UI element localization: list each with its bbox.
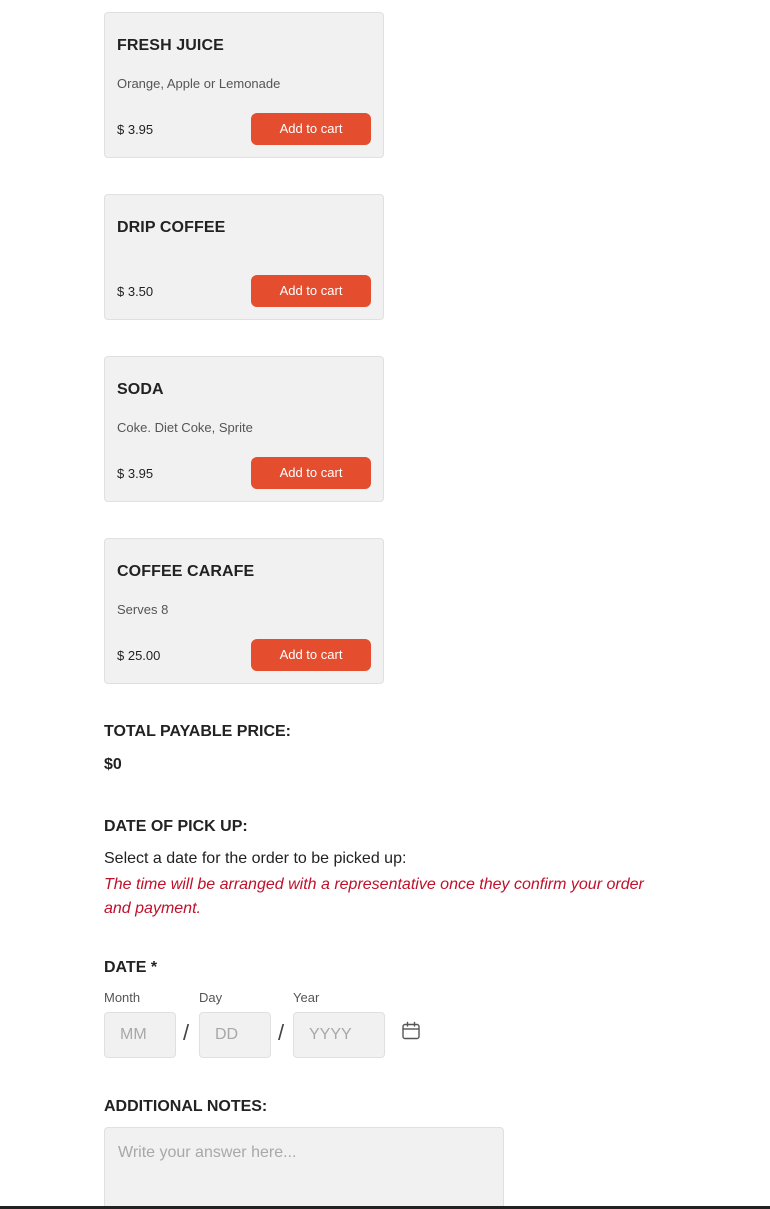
- add-to-cart-button[interactable]: Add to cart: [251, 275, 371, 307]
- menu-item-card: FRESH JUICE Orange, Apple or Lemonade $ …: [104, 12, 384, 158]
- add-to-cart-button[interactable]: Add to cart: [251, 113, 371, 145]
- pickup-note: The time will be arranged with a represe…: [104, 876, 644, 917]
- menu-item-title: FRESH JUICE: [117, 37, 224, 54]
- menu-item-card: SODA Coke. Diet Coke, Sprite $ 3.95 Add …: [104, 356, 384, 502]
- day-label: Day: [199, 990, 223, 1005]
- additional-notes-textarea[interactable]: [104, 1127, 504, 1209]
- month-label: Month: [104, 990, 141, 1005]
- menu-item-description: Coke. Diet Coke, Sprite: [117, 420, 253, 435]
- year-input[interactable]: [293, 1012, 385, 1058]
- menu-item-card: COFFEE CARAFE Serves 8 $ 25.00 Add to ca…: [104, 538, 384, 684]
- total-price-value: $0: [104, 756, 122, 773]
- pickup-instruction-text: Select a date for the order to be picked…: [104, 850, 407, 867]
- menu-item-price: $ 3.95: [117, 466, 154, 481]
- menu-item-title: COFFEE CARAFE: [117, 563, 255, 580]
- menu-item-price: $ 3.50: [117, 284, 154, 299]
- month-input[interactable]: [104, 1012, 176, 1058]
- menu-item-title: SODA: [117, 381, 164, 398]
- date-heading: DATE *: [104, 959, 158, 976]
- date-separator: /: [278, 1020, 285, 1045]
- calendar-icon[interactable]: [401, 1021, 421, 1041]
- menu-item-price: $ 25.00: [117, 648, 161, 663]
- order-form-page: FRESH JUICE Orange, Apple or Lemonade $ …: [0, 0, 770, 1209]
- menu-item-description: Serves 8: [117, 602, 169, 617]
- day-input[interactable]: [199, 1012, 271, 1058]
- menu-item-description: Orange, Apple or Lemonade: [117, 76, 281, 91]
- total-price-heading: TOTAL PAYABLE PRICE:: [104, 723, 291, 740]
- pickup-date-heading: DATE OF PICK UP:: [104, 818, 248, 835]
- year-label: Year: [293, 990, 320, 1005]
- add-to-cart-button[interactable]: Add to cart: [251, 457, 371, 489]
- add-to-cart-button[interactable]: Add to cart: [251, 639, 371, 671]
- additional-notes-heading: ADDITIONAL NOTES:: [104, 1098, 268, 1115]
- menu-item-title: DRIP COFFEE: [117, 219, 226, 236]
- menu-item-card: DRIP COFFEE $ 3.50 Add to cart: [104, 194, 384, 320]
- menu-item-price: $ 3.95: [117, 122, 154, 137]
- date-separator: /: [183, 1020, 190, 1045]
